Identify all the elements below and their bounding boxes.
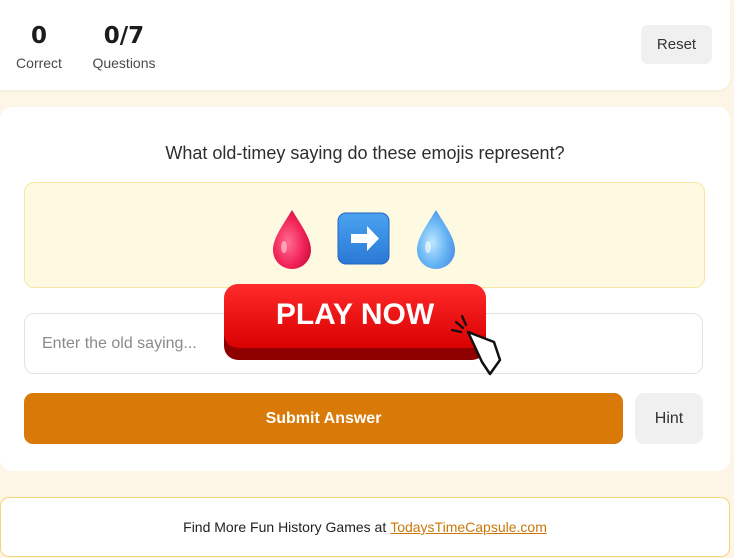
submit-answer-button[interactable]: Submit Answer — [24, 393, 623, 444]
correct-stat: 0 Correct — [14, 22, 64, 71]
play-now-label: PLAY NOW — [276, 298, 435, 331]
emoji-clue — [273, 210, 455, 269]
questions-count: 0/7 — [103, 23, 145, 49]
reset-button[interactable]: Reset — [641, 25, 712, 64]
questions-stat: 0/7 Questions — [89, 22, 159, 71]
play-now-ad[interactable]: PLAY NOW — [222, 282, 522, 382]
score-panel: 0 Correct 0/7 Questions Reset — [0, 0, 730, 90]
correct-label: Correct — [16, 55, 62, 71]
right-arrow-icon — [337, 212, 390, 265]
correct-count: 0 — [30, 23, 47, 49]
footer-text: Find More Fun History Games at — [183, 519, 387, 535]
blue-droplet-icon — [417, 210, 455, 269]
question-text: What old-timey saying do these emojis re… — [165, 143, 565, 163]
questions-label: Questions — [92, 55, 156, 71]
emoji-clue-panel — [24, 182, 705, 288]
footer-banner: Find More Fun History Games at TodaysTim… — [0, 497, 730, 557]
hint-button[interactable]: Hint — [635, 393, 703, 444]
red-droplet-icon — [273, 210, 311, 269]
footer-link[interactable]: TodaysTimeCapsule.com — [390, 519, 547, 535]
